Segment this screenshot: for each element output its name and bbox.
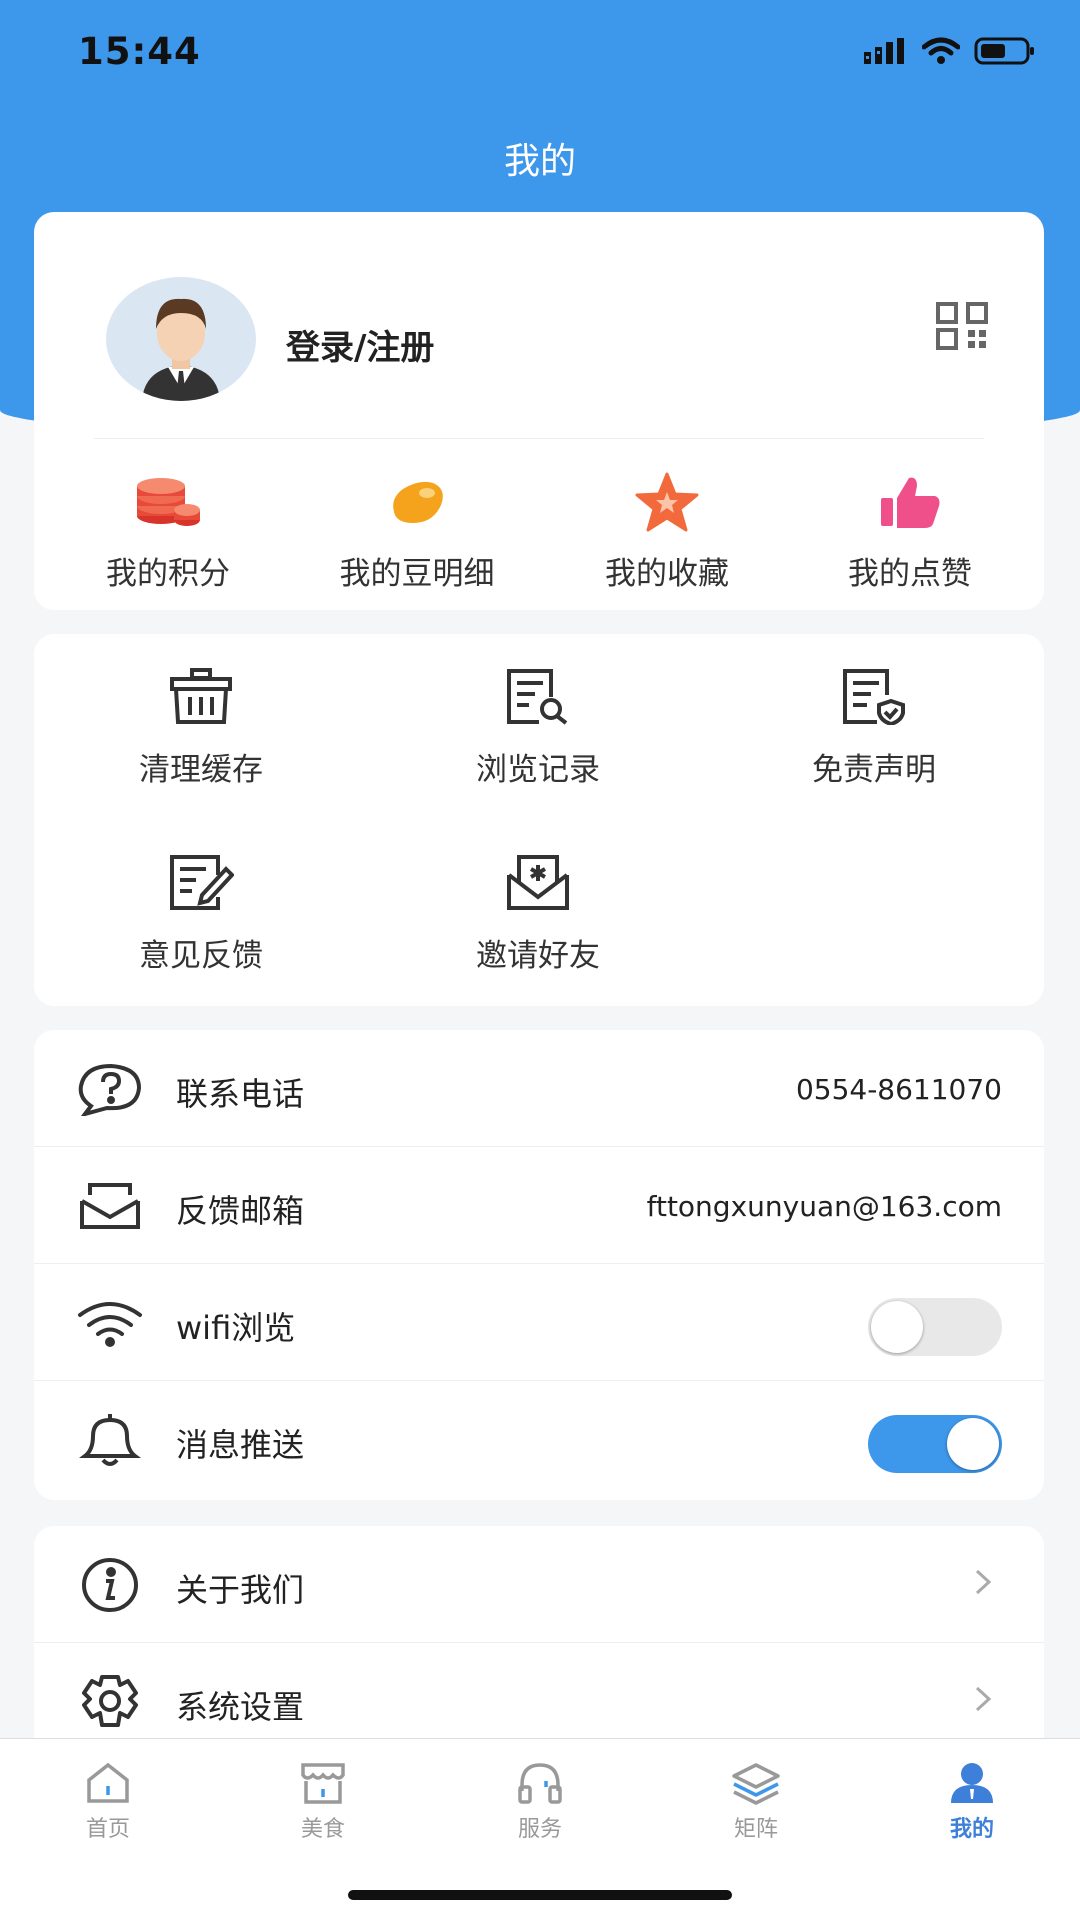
tab-mine-label: 我的 [949,1817,994,1842]
wifi-toggle[interactable] [868,1298,1002,1356]
row-email-label: 反馈邮箱 [176,1192,305,1230]
invite-icon [507,855,569,910]
row-phone[interactable]: 联系电话 0554-8611070 [34,1030,1044,1147]
status-icons [864,36,1036,66]
tools-card: 清理缓存 浏览记录 免责声明 意见反馈 邀请好友 [34,634,1044,1006]
contact-settings-card: 联系电话 0554-8611070 反馈邮箱 fttongxunyuan@163… [34,1030,1044,1500]
stat-points-label: 我的积分 [106,556,230,592]
tool-feedback[interactable]: 意见反馈 [86,850,316,975]
page-title: 我的 [503,141,576,182]
row-email[interactable]: 反馈邮箱 fttongxunyuan@163.com [34,1147,1044,1264]
history-icon [507,669,568,725]
toggle-knob [871,1301,923,1353]
profile-divider [94,438,984,439]
tool-disclaimer[interactable]: 免责声明 [759,664,989,789]
stat-favorites[interactable]: 我的收藏 [552,470,782,593]
question-chat-icon [78,1063,142,1116]
tab-service[interactable]: 服务 [480,1759,600,1843]
tab-home-label: 首页 [85,1817,130,1842]
row-about[interactable]: 关于我们 [34,1526,1044,1643]
profile-card: 登录/注册 我的积分 我的豆明细 我的收藏 我的点赞 [34,212,1044,610]
tool-history-label: 浏览记录 [476,752,600,788]
tool-feedback-label: 意见反馈 [139,938,263,974]
store-icon [301,1763,345,1804]
feedback-icon [170,855,234,910]
gear-icon [82,1675,138,1727]
row-phone-value: 0554-8611070 [795,1073,1002,1106]
row-email-value: fttongxunyuan@163.com [646,1190,1002,1223]
stat-beans[interactable]: 我的豆明细 [302,470,532,593]
star-icon [635,472,699,532]
row-wifi: wifi浏览 [34,1264,1044,1381]
headphones-icon [518,1763,562,1804]
bean-icon [393,481,443,523]
row-wifi-label: wifi浏览 [176,1309,296,1347]
stat-likes[interactable]: 我的点赞 [795,470,1025,593]
tool-clear-cache-label: 清理缓存 [139,752,263,788]
tab-food-label: 美食 [300,1817,345,1842]
info-icon [82,1558,138,1612]
mail-icon [80,1183,140,1229]
stat-likes-label: 我的点赞 [848,556,972,592]
qr-code-icon[interactable] [936,302,988,350]
row-push-label: 消息推送 [176,1426,305,1464]
tab-service-label: 服务 [517,1817,562,1842]
row-system-settings-label: 系统设置 [176,1688,305,1726]
wifi-icon [78,1302,142,1347]
tab-mine[interactable]: 我的 [912,1759,1032,1843]
chevron-right-icon [975,1686,992,1712]
tab-matrix[interactable]: 矩阵 [696,1759,816,1843]
avatar[interactable] [106,277,256,401]
status-time: 15:44 [78,30,201,73]
stat-points[interactable]: 我的积分 [53,470,283,593]
tab-food[interactable]: 美食 [263,1759,383,1843]
home-icon [87,1762,129,1803]
disclaimer-icon [843,669,905,725]
row-about-label: 关于我们 [176,1571,305,1609]
coins-icon [137,478,200,526]
tab-matrix-label: 矩阵 [733,1817,778,1842]
push-toggle[interactable] [868,1415,1002,1473]
signal-icon [864,38,904,64]
tab-home[interactable]: 首页 [48,1759,168,1843]
status-bar: 15:44 [0,0,1080,110]
layers-icon [732,1763,780,1805]
tool-history[interactable]: 浏览记录 [423,664,653,789]
chevron-right-icon [975,1569,992,1595]
trash-icon [170,668,232,724]
home-indicator [348,1890,732,1900]
tool-disclaimer-label: 免责声明 [812,752,936,788]
wifi-status-icon [922,37,960,64]
tool-clear-cache[interactable]: 清理缓存 [86,664,316,789]
battery-icon [974,37,1034,65]
stat-beans-label: 我的豆明细 [339,556,495,592]
stat-favorites-label: 我的收藏 [605,556,729,592]
bell-icon [79,1414,141,1466]
thumbs-up-icon [881,477,940,528]
toggle-knob [947,1418,999,1470]
row-phone-label: 联系电话 [176,1075,305,1113]
row-push: 消息推送 [34,1381,1044,1498]
login-register-link[interactable]: 登录/注册 [286,320,434,369]
tool-invite-label: 邀请好友 [476,938,600,974]
user-icon [951,1763,993,1803]
tool-invite[interactable]: 邀请好友 [423,850,653,975]
